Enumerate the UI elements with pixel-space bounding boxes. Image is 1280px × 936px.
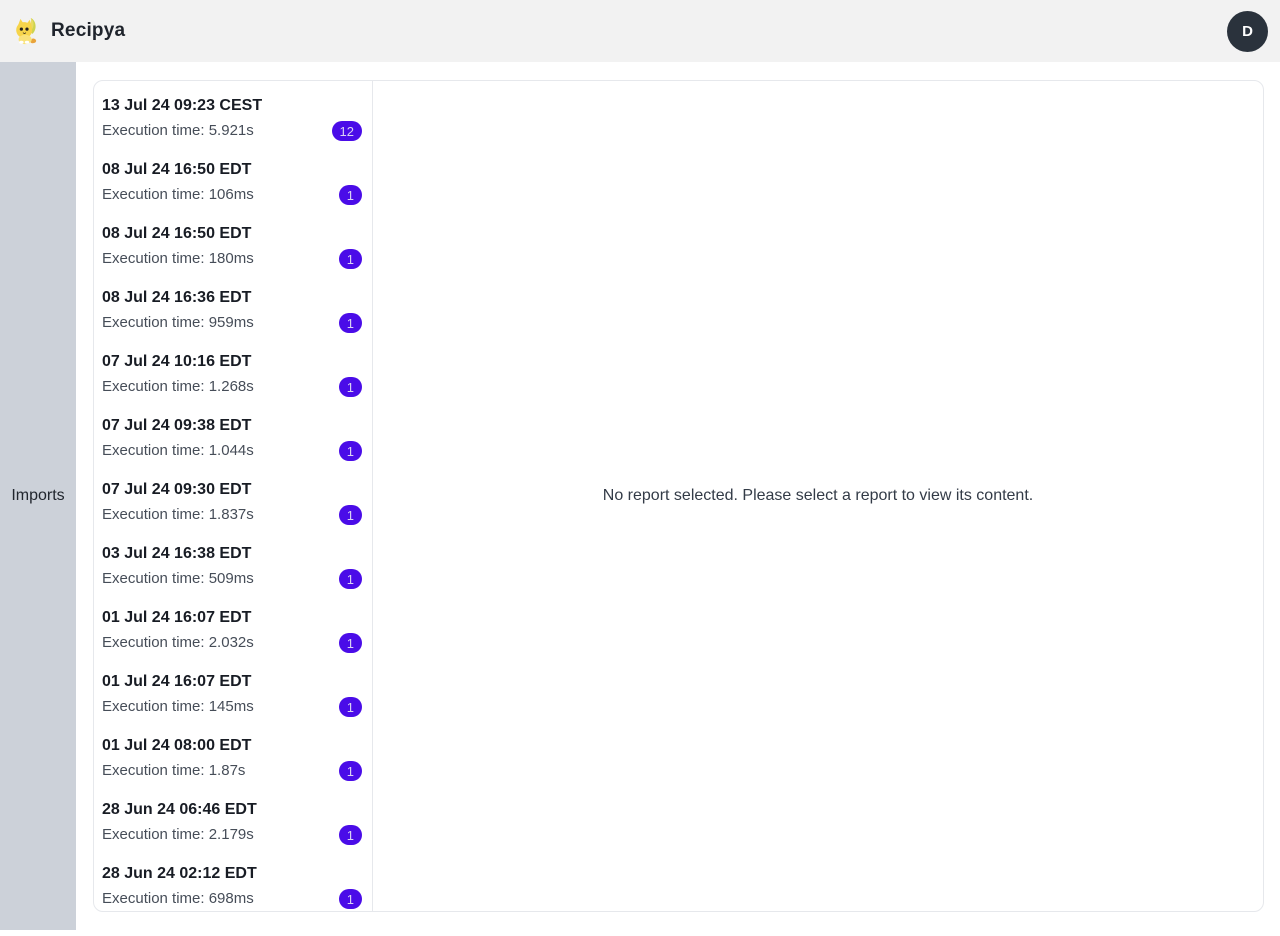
sidebar: Imports [0,62,76,930]
report-execution-time: Execution time: 180ms [102,250,254,267]
report-subrow: Execution time: 1.837s 1 [102,504,364,526]
report-count-badge: 1 [338,889,362,909]
report-list-item[interactable]: 01 Jul 24 08:00 EDT Execution time: 1.87… [94,727,372,791]
report-subrow: Execution time: 959ms 1 [102,312,364,334]
brand-home-link[interactable]: Recipya [12,16,125,46]
report-list-item[interactable]: 13 Jul 24 09:23 CEST Execution time: 5.9… [94,87,372,151]
report-count-badge: 1 [338,377,362,397]
report-date: 13 Jul 24 09:23 CEST [102,97,263,114]
report-list-item[interactable]: 03 Jul 24 16:38 EDT Execution time: 509m… [94,535,372,599]
sidebar-item-imports[interactable]: Imports [7,473,68,519]
report-list-item[interactable]: 07 Jul 24 09:30 EDT Execution time: 1.83… [94,471,372,535]
report-list-item[interactable]: 01 Jul 24 16:07 EDT Execution time: 145m… [94,663,372,727]
report-execution-time: Execution time: 1.87s [102,762,246,779]
report-date: 28 Jun 24 06:46 EDT [102,801,257,818]
report-date: 07 Jul 24 09:38 EDT [102,417,252,434]
report-count-badge: 1 [338,633,362,653]
main-area: 13 Jul 24 09:23 CEST Execution time: 5.9… [76,62,1280,930]
report-subrow: Execution time: 509ms 1 [102,568,364,590]
report-execution-time: Execution time: 2.032s [102,634,254,651]
report-subrow: Execution time: 180ms 1 [102,248,364,270]
report-execution-time: Execution time: 2.179s [102,826,254,843]
app-title: Recipya [51,20,126,41]
report-subrow: Execution time: 1.87s 1 [102,760,364,782]
report-date: 01 Jul 24 16:07 EDT [102,673,252,690]
report-subrow: Execution time: 1.044s 1 [102,440,364,462]
report-count-badge: 1 [338,505,362,525]
report-count-badge: 1 [338,441,362,461]
report-subrow: Execution time: 106ms 1 [102,184,364,206]
report-list-item[interactable]: 28 Jun 24 02:12 EDT Execution time: 698m… [94,855,372,911]
report-execution-time: Execution time: 106ms [102,186,254,203]
report-list-item[interactable]: 28 Jun 24 06:46 EDT Execution time: 2.17… [94,791,372,855]
report-count-badge: 12 [331,121,362,141]
report-count-badge: 1 [338,249,362,269]
report-date: 08 Jul 24 16:50 EDT [102,161,252,178]
report-list-item[interactable]: 07 Jul 24 09:38 EDT Execution time: 1.04… [94,407,372,471]
report-subrow: Execution time: 145ms 1 [102,696,364,718]
report-list-item[interactable]: 07 Jul 24 10:16 EDT Execution time: 1.26… [94,343,372,407]
report-count-badge: 1 [338,185,362,205]
report-date: 01 Jul 24 16:07 EDT [102,609,252,626]
report-list-item[interactable]: 08 Jul 24 16:50 EDT Execution time: 106m… [94,151,372,215]
report-list-item[interactable]: 08 Jul 24 16:50 EDT Execution time: 180m… [94,215,372,279]
report-execution-time: Execution time: 5.921s [102,122,254,139]
report-date: 01 Jul 24 08:00 EDT [102,737,252,754]
report-date: 03 Jul 24 16:38 EDT [102,545,252,562]
user-avatar[interactable]: D [1227,10,1268,52]
report-list-item[interactable]: 01 Jul 24 16:07 EDT Execution time: 2.03… [94,599,372,663]
report-execution-time: Execution time: 1.268s [102,378,254,395]
content-row: Imports 13 Jul 24 09:23 CEST Execution t… [0,62,1280,930]
report-count-badge: 1 [338,761,362,781]
report-count-badge: 1 [338,825,362,845]
report-date: 07 Jul 24 10:16 EDT [102,353,252,370]
report-subrow: Execution time: 698ms 1 [102,888,364,910]
report-subrow: Execution time: 2.032s 1 [102,632,364,654]
report-count-badge: 1 [338,313,362,333]
app-header: Recipya D [0,0,1280,62]
empty-state-message: No report selected. Please select a repo… [602,487,1034,504]
report-date: 08 Jul 24 16:50 EDT [102,225,252,242]
report-execution-time: Execution time: 698ms [102,890,254,907]
report-execution-time: Execution time: 1.837s [102,506,254,523]
report-list[interactable]: 13 Jul 24 09:23 CEST Execution time: 5.9… [94,81,373,911]
reports-card: 13 Jul 24 09:23 CEST Execution time: 5.9… [93,80,1264,912]
report-date: 08 Jul 24 16:36 EDT [102,289,252,306]
report-subrow: Execution time: 1.268s 1 [102,376,364,398]
report-subrow: Execution time: 5.921s 12 [102,120,364,142]
report-subrow: Execution time: 2.179s 1 [102,824,364,846]
report-count-badge: 1 [338,569,362,589]
recipya-logo-icon [12,16,42,46]
report-list-item[interactable]: 08 Jul 24 16:36 EDT Execution time: 959m… [94,279,372,343]
report-count-badge: 1 [338,697,362,717]
report-execution-time: Execution time: 145ms [102,698,254,715]
report-date: 28 Jun 24 02:12 EDT [102,865,257,882]
report-execution-time: Execution time: 509ms [102,570,254,587]
report-detail-pane: No report selected. Please select a repo… [373,81,1263,911]
report-execution-time: Execution time: 1.044s [102,442,254,459]
report-execution-time: Execution time: 959ms [102,314,254,331]
report-date: 07 Jul 24 09:30 EDT [102,481,252,498]
